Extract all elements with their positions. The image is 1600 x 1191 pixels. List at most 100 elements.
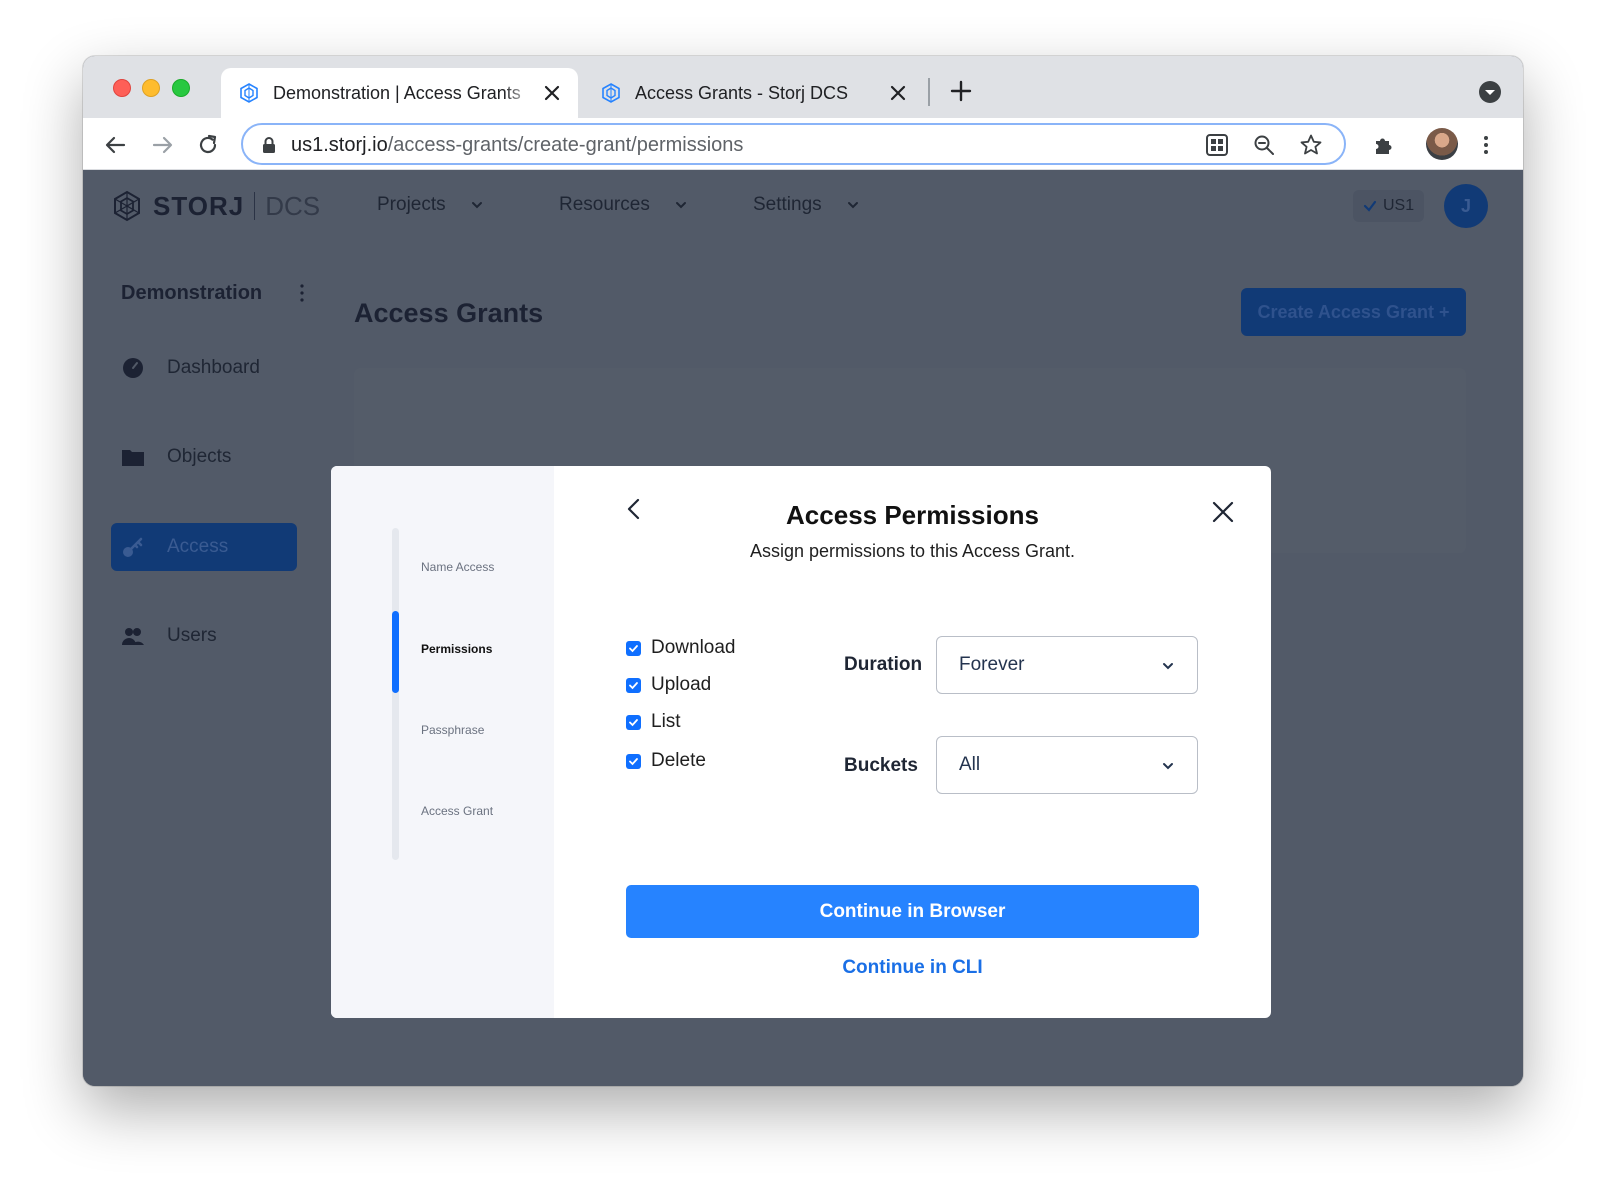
step-progress-track <box>392 528 399 860</box>
back-arrow-icon[interactable] <box>103 132 129 158</box>
download-checkbox[interactable] <box>626 640 641 656</box>
list-checkbox[interactable] <box>626 714 641 730</box>
duration-label: Duration <box>844 654 923 675</box>
page-title: Access Grants <box>354 298 544 328</box>
tab-search-button[interactable] <box>1479 81 1501 103</box>
sidebar-item-access[interactable]: Access <box>111 523 297 571</box>
delete-checkbox[interactable] <box>626 753 641 769</box>
sidebar-item-label: Access <box>167 536 229 557</box>
url-path: /access-grants/create-grant/permissions <box>387 134 744 156</box>
create-access-grant-button[interactable]: Create Access Grant + <box>1241 288 1466 336</box>
logo-divider <box>254 192 256 220</box>
browser-tab[interactable]: Access Grants - Storj DCS <box>583 68 923 118</box>
close-window-button[interactable] <box>113 79 131 97</box>
step-access-grant: Access Grant <box>421 804 494 818</box>
sidebar-item-label: Users <box>167 625 217 646</box>
step-permissions: Permissions <box>421 642 493 656</box>
users-icon <box>122 628 144 645</box>
buckets-select[interactable]: All <box>936 736 1198 794</box>
url-host: us1.storj.io <box>291 134 388 156</box>
modal-subtitle: Assign permissions to this Access Grant. <box>749 541 1076 561</box>
sidebar-item-label: Dashboard <box>167 357 260 378</box>
nav-label: Projects <box>377 194 446 215</box>
storj-favicon-icon <box>602 83 620 103</box>
modal-steps-panel: Name Access Permissions Passphrase Acces… <box>331 466 554 1018</box>
permission-download[interactable]: Download <box>626 637 736 659</box>
nav-resources[interactable]: Resources <box>559 194 688 216</box>
bookmark-star-icon[interactable] <box>1299 133 1323 157</box>
permission-upload[interactable]: Upload <box>626 674 711 696</box>
duration-select[interactable]: Forever <box>936 636 1198 694</box>
check-icon <box>1363 200 1377 212</box>
modal-title: Access Permissions <box>786 500 1039 530</box>
tab-title: Demonstration | Access Grants <box>273 83 521 103</box>
close-icon[interactable] <box>887 82 909 104</box>
check-icon <box>629 718 638 726</box>
permission-list[interactable]: List <box>626 711 681 733</box>
nav-settings[interactable]: Settings <box>753 194 860 216</box>
forward-arrow-icon[interactable] <box>149 132 175 158</box>
browser-window: Demonstration | Access Grants Access Gra… <box>83 56 1523 1086</box>
check-icon <box>629 681 638 689</box>
chevron-down-icon <box>1163 763 1173 770</box>
nav-projects[interactable]: Projects <box>377 194 484 216</box>
minimize-window-button[interactable] <box>142 79 160 97</box>
new-tab-plus-icon[interactable] <box>948 78 974 104</box>
user-avatar[interactable]: J <box>1444 184 1488 228</box>
permission-label: Delete <box>651 750 706 771</box>
sidebar-item-objects[interactable]: Objects <box>111 433 297 481</box>
chevron-down-icon <box>675 202 686 209</box>
more-vertical-icon[interactable] <box>1473 132 1499 158</box>
project-name[interactable]: Demonstration <box>121 282 262 305</box>
sidebar-item-users[interactable]: Users <box>111 612 297 660</box>
browser-tab-active[interactable]: Demonstration | Access Grants <box>221 68 578 118</box>
permission-delete[interactable]: Delete <box>626 750 706 772</box>
region-label: US1 <box>1383 197 1415 214</box>
step-name-access: Name Access <box>421 560 495 574</box>
sidebar-item-dashboard[interactable]: Dashboard <box>111 344 297 392</box>
dashboard-icon <box>123 358 143 378</box>
logo-brand: STORJ <box>153 190 245 221</box>
permission-label: Upload <box>651 674 712 695</box>
tab-title: Access Grants - Storj DCS <box>635 83 849 103</box>
kebab-menu-icon[interactable] <box>299 282 305 304</box>
tab-divider <box>928 78 930 106</box>
qr-code-icon[interactable] <box>1205 133 1229 157</box>
duration-value: Forever <box>959 654 1025 675</box>
url-text[interactable]: us1.storj.io/access-grants/create-grant/… <box>291 134 743 157</box>
maximize-window-button[interactable] <box>172 79 190 97</box>
app-root: STORJ DCS Projects Resources Settings US… <box>83 170 1523 1086</box>
region-selector[interactable]: US1 <box>1353 190 1425 222</box>
reload-icon[interactable] <box>195 132 221 158</box>
storj-logo[interactable]: STORJ DCS <box>111 186 320 226</box>
chevron-down-icon <box>471 202 482 209</box>
nav-label: Settings <box>753 194 822 215</box>
upload-checkbox[interactable] <box>626 677 641 693</box>
close-icon[interactable] <box>541 82 563 104</box>
continue-in-cli-link[interactable]: Continue in CLI <box>626 951 1199 985</box>
sidebar: Demonstration Dashboard Objects Access U… <box>83 242 326 1086</box>
zoom-icon[interactable] <box>1252 133 1276 157</box>
sidebar-item-label: Objects <box>167 446 232 467</box>
check-icon <box>629 644 638 652</box>
permission-label: List <box>651 711 681 732</box>
app-header: STORJ DCS Projects Resources Settings US… <box>83 170 1523 242</box>
nav-label: Resources <box>559 194 650 215</box>
access-permissions-modal: Name Access Permissions Passphrase Acces… <box>331 466 1271 1018</box>
browser-toolbar: us1.storj.io/access-grants/create-grant/… <box>83 118 1523 170</box>
buckets-value: All <box>959 754 981 775</box>
continue-in-browser-button[interactable]: Continue in Browser <box>626 885 1199 938</box>
logo-product: DCS <box>265 190 321 221</box>
extensions-puzzle-icon[interactable] <box>1371 132 1397 158</box>
tab-strip: Demonstration | Access Grants Access Gra… <box>83 56 1523 118</box>
folder-icon <box>122 450 144 466</box>
key-icon <box>123 537 143 557</box>
chevron-down-icon <box>1485 90 1495 95</box>
close-icon[interactable] <box>1211 500 1235 524</box>
check-icon <box>629 757 638 765</box>
permission-label: Download <box>651 637 736 658</box>
lock-icon[interactable] <box>261 136 277 154</box>
address-bar[interactable]: us1.storj.io/access-grants/create-grant/… <box>241 123 1346 165</box>
step-progress-indicator <box>392 611 399 693</box>
profile-avatar[interactable] <box>1426 128 1458 160</box>
